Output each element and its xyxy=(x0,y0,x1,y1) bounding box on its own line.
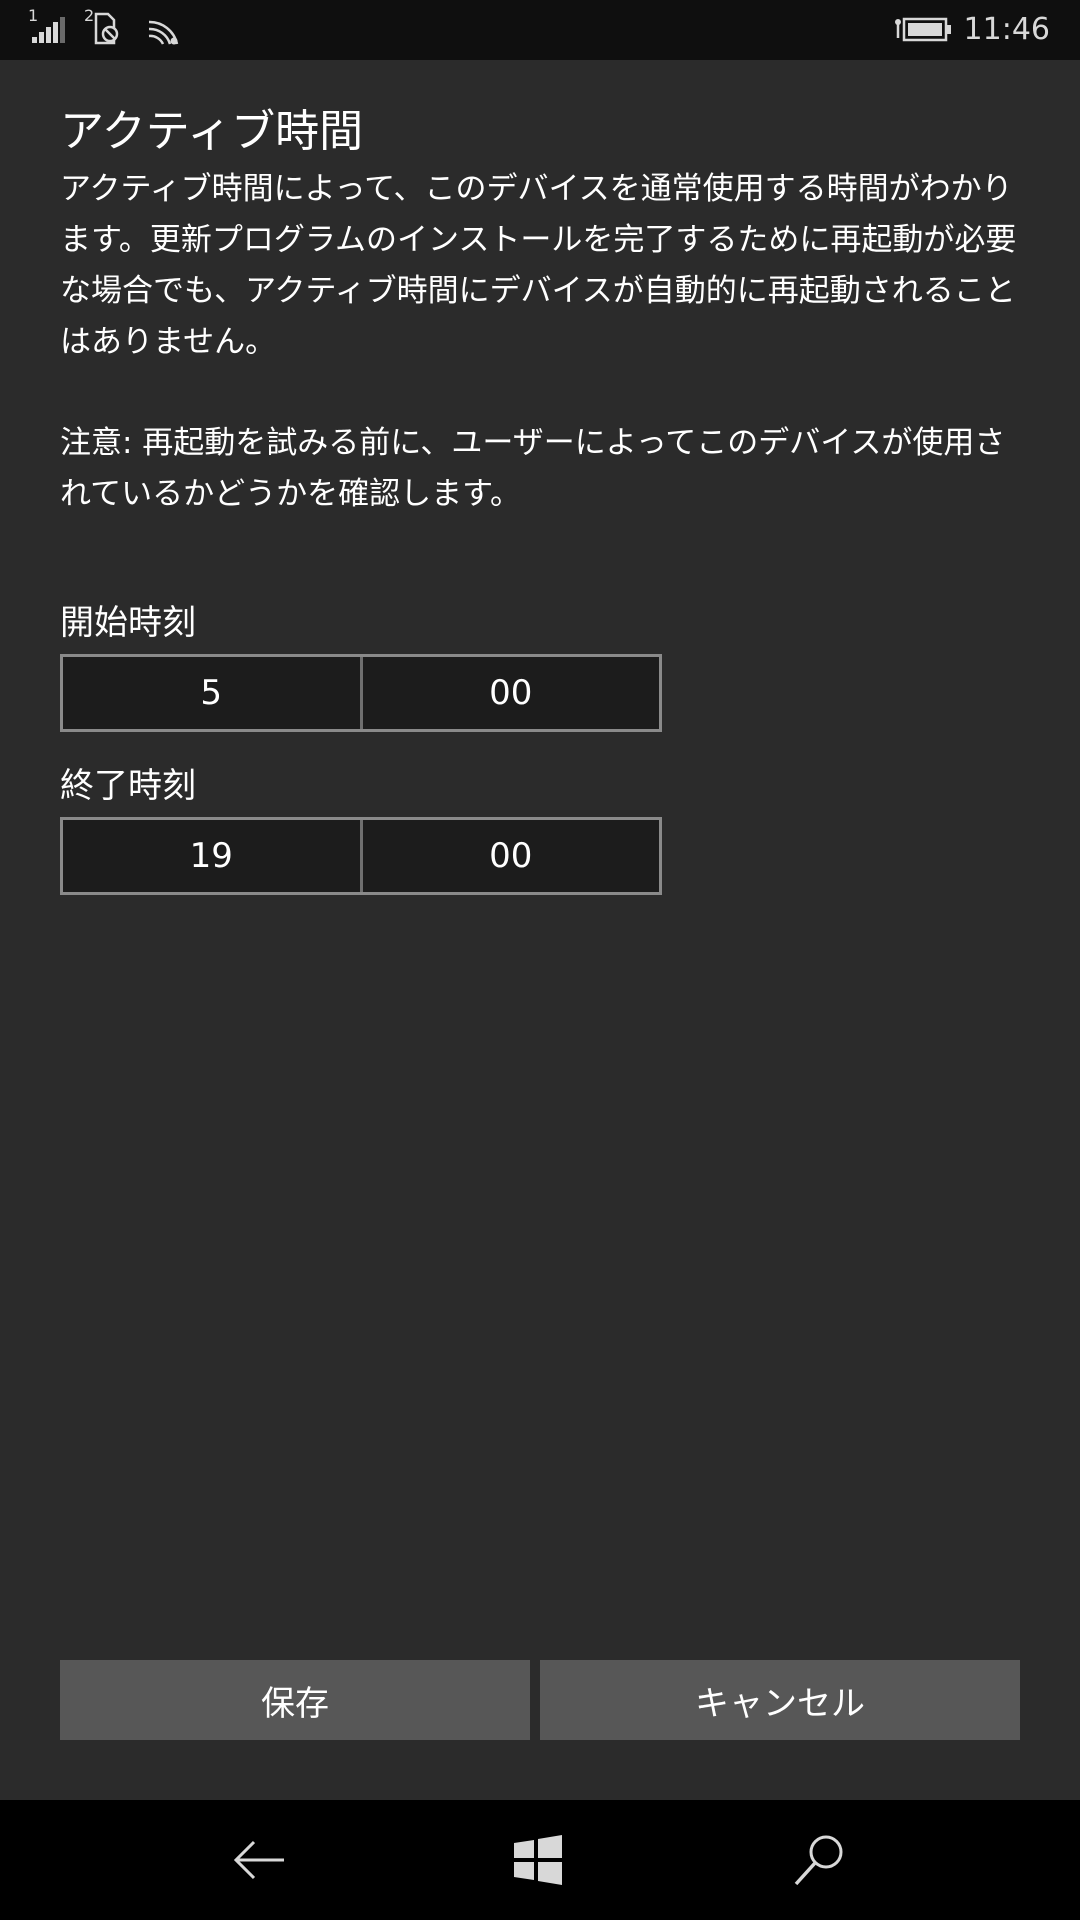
status-bar: 1 2 11:46 xyxy=(0,0,1080,60)
clock: 11:46 xyxy=(963,12,1050,47)
page-title: アクティブ時間 xyxy=(60,106,364,157)
navigation-bar xyxy=(0,1800,1080,1920)
sim2-label: 2 xyxy=(84,6,94,25)
wifi-icon xyxy=(146,0,182,60)
sim1-label: 1 xyxy=(28,6,38,25)
end-minute-cell[interactable]: 00 xyxy=(363,820,660,892)
battery-charging-icon xyxy=(894,0,954,60)
start-hour-cell[interactable]: 5 xyxy=(63,657,363,729)
end-hour-cell[interactable]: 19 xyxy=(63,820,363,892)
action-buttons: 保存 キャンセル xyxy=(60,1660,1020,1740)
end-time-section: 終了時刻 19 00 xyxy=(60,761,662,895)
start-time-section: 開始時刻 5 00 xyxy=(60,598,662,732)
start-time-picker[interactable]: 5 00 xyxy=(60,654,662,732)
description-text: アクティブ時間によって、このデバイスを通常使用する時間がわかります。更新プログラ… xyxy=(60,171,1017,360)
start-minute-cell[interactable]: 00 xyxy=(363,657,660,729)
save-button[interactable]: 保存 xyxy=(60,1660,530,1740)
end-time-picker[interactable]: 19 00 xyxy=(60,817,662,895)
signal-strength-sim1-icon: 1 xyxy=(28,0,72,60)
cancel-button[interactable]: キャンセル xyxy=(540,1660,1020,1740)
start-time-label: 開始時刻 xyxy=(60,603,196,643)
end-time-label: 終了時刻 xyxy=(60,766,196,806)
search-icon[interactable] xyxy=(790,1830,850,1890)
content: アクティブ時間 アクティブ時間によって、このデバイスを通常使用する時間がわかりま… xyxy=(60,100,1020,895)
note-text: 注意: 再起動を試みる前に、ユーザーによってこのデバイスが使用されているかどうか… xyxy=(60,425,1006,512)
sim2-no-sim-icon: 2 xyxy=(84,0,126,60)
screen: 1 2 11:46 アクティブ時間 アクティブ時間によって、このデバイスを通常使… xyxy=(0,0,1080,1920)
windows-logo-icon[interactable] xyxy=(508,1830,568,1890)
back-arrow-icon[interactable] xyxy=(230,1830,290,1890)
